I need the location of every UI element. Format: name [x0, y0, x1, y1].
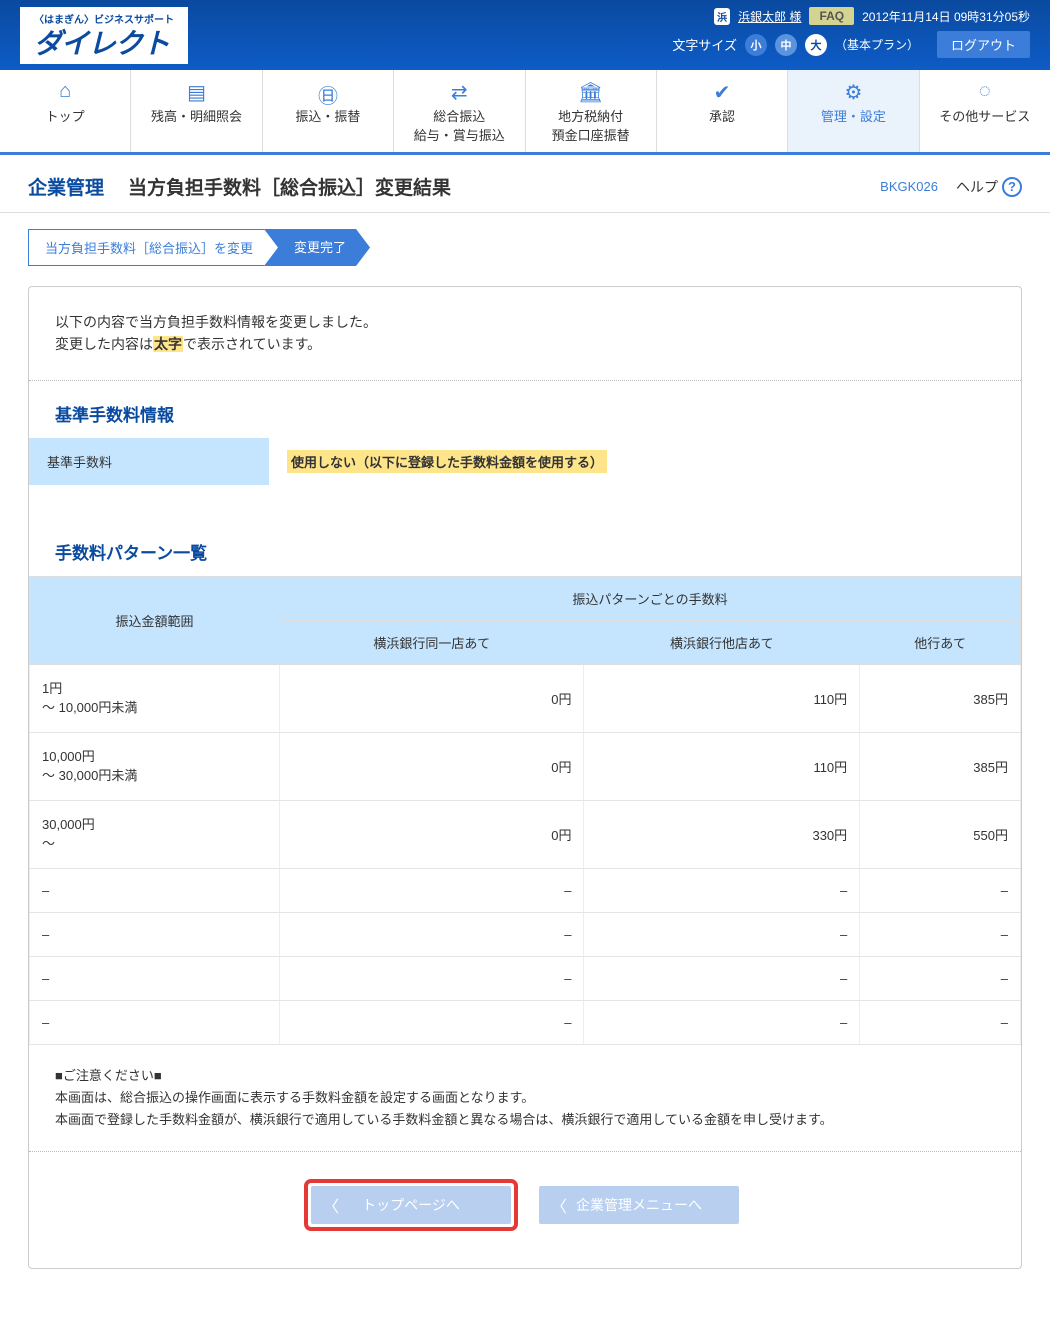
page-title: 当方負担手数料［総合振込］変更結果 [128, 173, 451, 200]
yen-icon: ㊐ [267, 80, 389, 102]
notes-line2: 本画面で登録した手数料金額が、横浜銀行で適用している手数料金額と異なる場合は、横… [55, 1109, 995, 1131]
col-group: 振込パターンごとの手数料 [280, 576, 1021, 620]
base-fee-value: 使用しない（以下に登録した手数料金額を使用する） [287, 450, 607, 473]
table-row: –––– [30, 912, 1021, 956]
plan-label: （基本プラン） [835, 36, 919, 53]
table-row: 30,000円 ～0円330円550円 [30, 800, 1021, 868]
button-row: 〈 トップページへ 〈 企業管理メニューへ [29, 1151, 1021, 1268]
settings-icon: ⚙ [792, 80, 914, 102]
chevron-left-icon: 〈 [551, 1193, 567, 1217]
message-line1: 以下の内容で当方負担手数料情報を変更しました。 [55, 311, 995, 333]
nav-tax[interactable]: 🏛地方税納付 預金口座振替 [526, 70, 657, 152]
table-row: –––– [30, 1000, 1021, 1044]
logo-main: ダイレクト [34, 28, 169, 59]
font-size-small[interactable]: 小 [745, 34, 767, 56]
font-size-large[interactable]: 大 [805, 34, 827, 56]
col-other-bank: 他行あて [860, 620, 1021, 664]
nav-balance[interactable]: ▤残高・明細照会 [131, 70, 262, 152]
notes: ■ご注意ください■ 本画面は、総合振込の操作画面に表示する手数料金額を設定する画… [29, 1045, 1021, 1141]
table-row: 10,000円 ～ 30,000円未満0円110円385円 [30, 732, 1021, 800]
nav-top[interactable]: ⌂トップ [0, 70, 131, 152]
font-size-medium[interactable]: 中 [775, 34, 797, 56]
transfer-icon: ⇄ [398, 80, 520, 102]
col-other-branch: 横浜銀行他店あて [584, 620, 860, 664]
document-icon: ▤ [135, 80, 257, 102]
menu-button[interactable]: 〈 企業管理メニューへ [539, 1186, 739, 1224]
user-name: 浜銀太郎 様 [738, 8, 801, 25]
table-row: –––– [30, 868, 1021, 912]
nav-other[interactable]: ◌その他サービス [920, 70, 1050, 152]
faq-button[interactable]: FAQ [809, 7, 854, 25]
logo: 〈はまぎん〉ビジネスサポート ダイレクト [20, 7, 188, 64]
section-pattern-title: 手数料パターン一覧 [29, 519, 1021, 576]
message-line2: 変更した内容は太字で表示されています。 [55, 333, 995, 355]
page-title-bar: 企業管理 当方負担手数料［総合振込］変更結果 BKGK026 ヘルプ ? [0, 155, 1050, 213]
logo-small: 〈はまぎん〉ビジネスサポート [34, 11, 174, 26]
header: 〈はまぎん〉ビジネスサポート ダイレクト 浜 浜銀太郎 様 FAQ 2012年1… [0, 0, 1050, 70]
notes-line1: 本画面は、総合振込の操作画面に表示する手数料金額を設定する画面となります。 [55, 1087, 995, 1109]
highlight-box: 〈 トップページへ [307, 1182, 515, 1228]
datetime: 2012年11月14日 09時31分05秒 [862, 8, 1030, 25]
notes-head: ■ご注意ください■ [55, 1065, 995, 1087]
nav-approve[interactable]: ✔承認 [657, 70, 788, 152]
top-page-button[interactable]: 〈 トップページへ [311, 1186, 511, 1224]
step-indicator: 当方負担手数料［総合振込］を変更 変更完了 [28, 229, 1022, 266]
step-1: 当方負担手数料［総合振込］を変更 [28, 229, 278, 266]
logout-button[interactable]: ログアウト [937, 31, 1030, 58]
home-icon: ⌂ [4, 80, 126, 102]
chevron-left-icon: 〈 [323, 1193, 339, 1217]
page-category: 企業管理 [28, 173, 104, 200]
building-icon: 🏛 [530, 80, 652, 102]
nav-bulk[interactable]: ⇄総合振込 給与・賞与振込 [394, 70, 525, 152]
col-same-branch: 横浜銀行同一店あて [280, 620, 584, 664]
table-row: 1円 ～ 10,000円未満0円110円385円 [30, 664, 1021, 732]
help-link[interactable]: ヘルプ ? [956, 177, 1022, 197]
nav-settings[interactable]: ⚙管理・設定 [788, 70, 919, 152]
service-icon: ◌ [924, 80, 1046, 102]
base-fee-table: 基準手数料 使用しない（以下に登録した手数料金額を使用する） [29, 438, 1021, 485]
page-code: BKGK026 [880, 179, 938, 194]
header-right: 浜 浜銀太郎 様 FAQ 2012年11月14日 09時31分05秒 文字サイズ… [672, 7, 1030, 58]
help-icon: ? [1002, 177, 1022, 197]
check-icon: ✔ [661, 80, 783, 102]
table-row: –––– [30, 956, 1021, 1000]
fee-pattern-table: 振込金額範囲 振込パターンごとの手数料 横浜銀行同一店あて 横浜銀行他店あて 他… [29, 576, 1021, 1045]
step-2: 変更完了 [264, 229, 370, 266]
bank-icon: 浜 [714, 8, 730, 25]
nav-transfer[interactable]: ㊐振込・振替 [263, 70, 394, 152]
col-range: 振込金額範囲 [30, 576, 280, 664]
font-size-label: 文字サイズ [672, 35, 737, 54]
base-fee-label: 基準手数料 [29, 438, 269, 485]
section-base-fee-title: 基準手数料情報 [29, 381, 1021, 438]
result-card: 以下の内容で当方負担手数料情報を変更しました。 変更した内容は太字で表示されてい… [28, 286, 1022, 1269]
nav: ⌂トップ ▤残高・明細照会 ㊐振込・振替 ⇄総合振込 給与・賞与振込 🏛地方税納… [0, 70, 1050, 155]
